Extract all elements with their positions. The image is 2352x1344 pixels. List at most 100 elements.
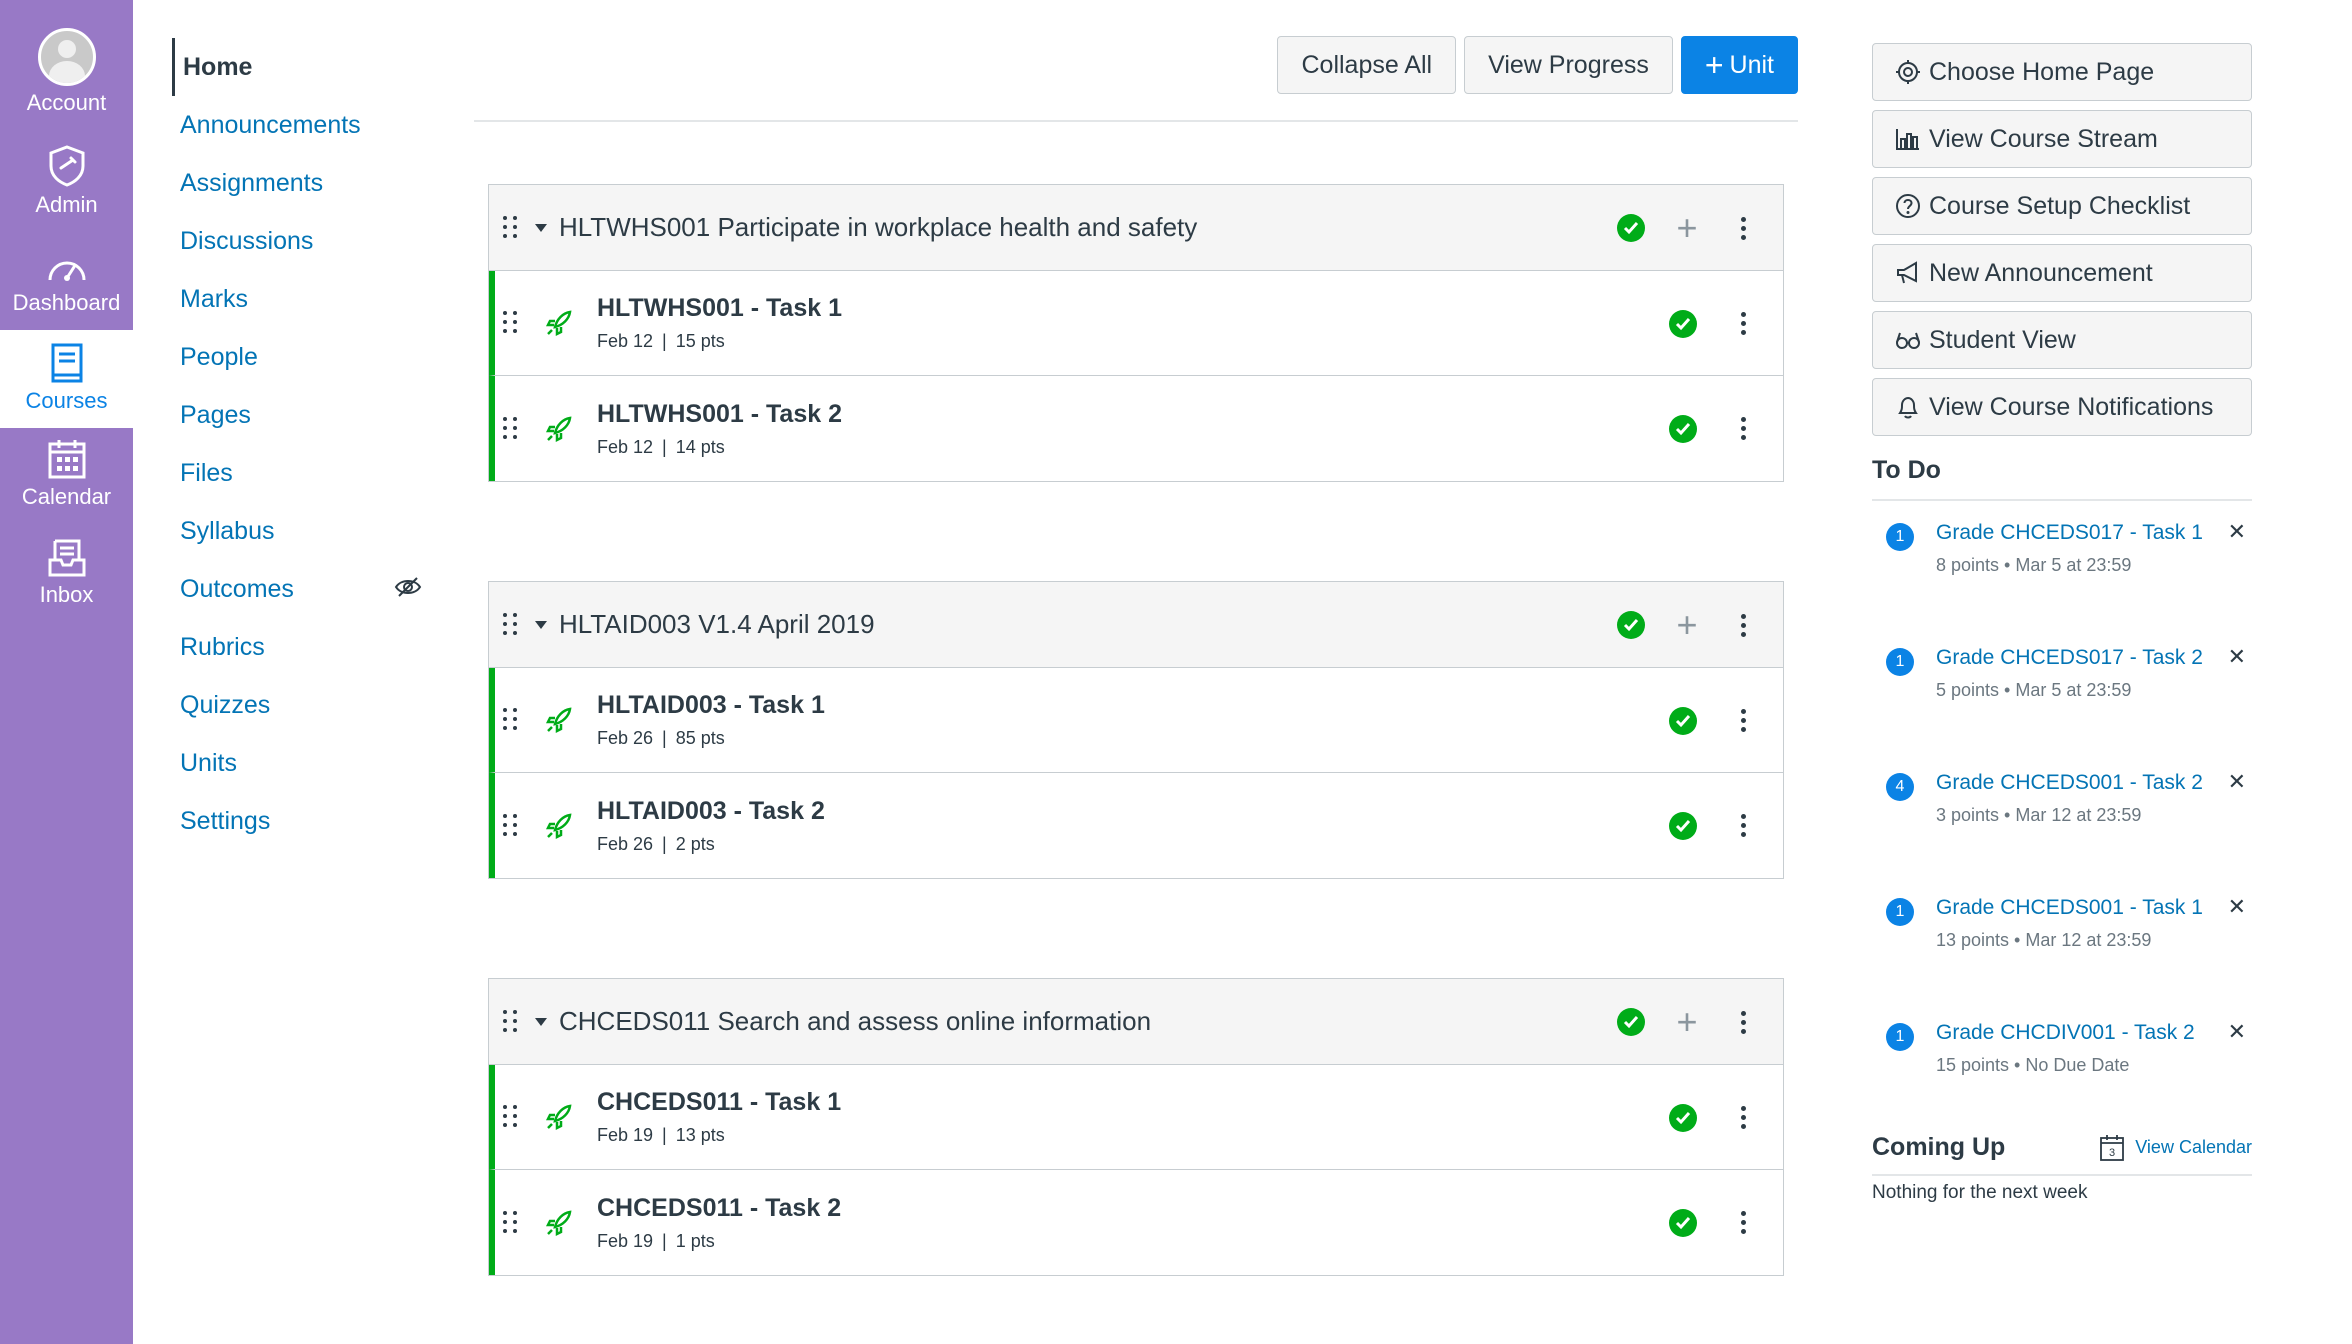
todo-link[interactable]: Grade CHCEDS017 - Task 2 [1936, 644, 2206, 672]
course-setup-checklist-button[interactable]: Course Setup Checklist [1872, 177, 2252, 235]
add-item-icon[interactable]: + [1673, 1004, 1701, 1040]
course-nav-syllabus[interactable]: Syllabus [172, 502, 422, 560]
module-header[interactable]: HLTAID003 V1.4 April 2019 + [489, 582, 1783, 668]
course-nav-discussions[interactable]: Discussions [172, 212, 422, 270]
drag-handle-icon[interactable] [503, 705, 525, 735]
collapse-caret-icon[interactable] [535, 223, 547, 232]
module-item[interactable]: HLTWHS001 - Task 2 Feb 12 | 14 pts [489, 376, 1783, 481]
published-check-icon[interactable] [1669, 309, 1697, 338]
course-nav-quizzes[interactable]: Quizzes [172, 676, 422, 734]
course-nav-home[interactable]: Home [172, 38, 422, 96]
course-nav-files[interactable]: Files [172, 444, 422, 502]
view-progress-button[interactable]: View Progress [1464, 36, 1673, 94]
todo-link[interactable]: Grade CHCEDS001 - Task 1 [1936, 894, 2206, 922]
question-icon [1896, 194, 1920, 218]
module-item-title[interactable]: HLTWHS001 - Task 2 [597, 400, 842, 429]
published-check-icon[interactable] [1617, 611, 1645, 639]
view-course-notifications-button[interactable]: View Course Notifications [1872, 378, 2252, 436]
add-item-icon[interactable]: + [1673, 210, 1701, 246]
course-nav-outcomes-label: Outcomes [180, 574, 294, 603]
student-view-button[interactable]: Student View [1872, 311, 2252, 369]
global-nav-inbox[interactable]: Inbox [0, 538, 133, 608]
dismiss-icon[interactable]: ✕ [2228, 519, 2246, 545]
calendar-day-number: 3 [2109, 1147, 2115, 1159]
drag-handle-icon[interactable] [503, 811, 525, 841]
drag-handle-icon[interactable] [503, 213, 525, 243]
dismiss-icon[interactable]: ✕ [2228, 894, 2246, 920]
course-nav-units[interactable]: Units [172, 734, 422, 792]
todo-link[interactable]: Grade CHCDIV001 - Task 2 [1936, 1019, 2206, 1047]
published-check-icon[interactable] [1669, 706, 1697, 735]
published-check-icon[interactable] [1669, 811, 1697, 840]
more-options-icon[interactable] [1729, 1211, 1757, 1234]
published-check-icon[interactable] [1617, 1008, 1645, 1036]
drag-handle-icon[interactable] [503, 1007, 525, 1037]
course-nav-assignments[interactable]: Assignments [172, 154, 422, 212]
module-item[interactable]: HLTWHS001 - Task 1 Feb 12 | 15 pts [489, 271, 1783, 376]
view-calendar-link[interactable]: 3 View Calendar [2099, 1134, 2252, 1162]
global-nav-courses[interactable]: Courses [0, 330, 133, 428]
drag-handle-icon[interactable] [503, 414, 525, 444]
add-unit-button[interactable]: + Unit [1680, 36, 1798, 94]
more-options-icon[interactable] [1729, 312, 1757, 335]
stream-icon [1896, 129, 1919, 150]
course-nav: Home Announcements Assignments Discussio… [172, 38, 422, 850]
more-options-icon[interactable] [1729, 417, 1757, 440]
todo-count-badge: 4 [1886, 773, 1914, 801]
module-item-title[interactable]: HLTAID003 - Task 1 [597, 691, 825, 720]
more-options-icon[interactable] [1729, 814, 1757, 837]
course-nav-pages[interactable]: Pages [172, 386, 422, 444]
todo-link[interactable]: Grade CHCEDS017 - Task 1 [1936, 519, 2206, 547]
global-nav-dashboard[interactable]: Dashboard [0, 252, 133, 316]
choose-home-page-button[interactable]: Choose Home Page [1872, 43, 2252, 101]
module-item[interactable]: HLTAID003 - Task 1 Feb 26 | 85 pts [489, 668, 1783, 773]
global-nav-admin[interactable]: Admin [0, 144, 133, 218]
more-options-icon[interactable] [1729, 1106, 1757, 1129]
course-nav-people[interactable]: People [172, 328, 422, 386]
drag-handle-icon[interactable] [503, 1102, 525, 1132]
drag-handle-icon[interactable] [503, 1208, 525, 1238]
published-check-icon[interactable] [1617, 214, 1645, 242]
published-check-icon[interactable] [1669, 1208, 1697, 1237]
more-options-icon[interactable] [1729, 216, 1757, 240]
global-nav-account[interactable]: Account [0, 28, 133, 116]
module-item-title[interactable]: HLTAID003 - Task 2 [597, 797, 825, 826]
dismiss-icon[interactable]: ✕ [2228, 769, 2246, 795]
view-course-notifications-label: View Course Notifications [1929, 392, 2214, 421]
module-item[interactable]: HLTAID003 - Task 2 Feb 26 | 2 pts [489, 773, 1783, 878]
dismiss-icon[interactable]: ✕ [2228, 644, 2246, 670]
collapse-caret-icon[interactable] [535, 620, 547, 629]
module-item-title[interactable]: HLTWHS001 - Task 1 [597, 294, 842, 323]
global-nav-calendar[interactable]: Calendar [0, 438, 133, 510]
module-item[interactable]: CHCEDS011 - Task 1 Feb 19 | 13 pts [489, 1065, 1783, 1170]
published-check-icon[interactable] [1669, 1103, 1697, 1132]
todo-heading: To Do [1872, 456, 2252, 501]
dismiss-icon[interactable]: ✕ [2228, 1019, 2246, 1045]
new-announcement-button[interactable]: New Announcement [1872, 244, 2252, 302]
course-nav-rubrics[interactable]: Rubrics [172, 618, 422, 676]
module-item-title[interactable]: CHCEDS011 - Task 1 [597, 1088, 841, 1117]
view-course-stream-button[interactable]: View Course Stream [1872, 110, 2252, 168]
module-item[interactable]: CHCEDS011 - Task 2 Feb 19 | 1 pts [489, 1170, 1783, 1275]
todo-link[interactable]: Grade CHCEDS001 - Task 2 [1936, 769, 2206, 797]
module-header[interactable]: CHCEDS011 Search and assess online infor… [489, 979, 1783, 1065]
book-icon [51, 343, 82, 383]
course-nav-marks[interactable]: Marks [172, 270, 422, 328]
more-options-icon[interactable] [1729, 1010, 1757, 1034]
collapse-all-button[interactable]: Collapse All [1277, 36, 1457, 94]
course-nav-settings[interactable]: Settings [172, 792, 422, 850]
drag-handle-icon[interactable] [503, 610, 525, 640]
global-nav-inbox-label: Inbox [39, 582, 94, 607]
more-options-icon[interactable] [1729, 613, 1757, 637]
published-check-icon[interactable] [1669, 414, 1697, 443]
module-item-title[interactable]: CHCEDS011 - Task 2 [597, 1194, 841, 1223]
course-nav-announcements[interactable]: Announcements [172, 96, 422, 154]
module-header[interactable]: HLTWHS001 Participate in workplace healt… [489, 185, 1783, 271]
course-nav-outcomes[interactable]: Outcomes [172, 560, 422, 618]
drag-handle-icon[interactable] [503, 308, 525, 338]
add-item-icon[interactable]: + [1673, 607, 1701, 643]
collapse-caret-icon[interactable] [535, 1017, 547, 1026]
new-announcement-label: New Announcement [1929, 258, 2153, 287]
more-options-icon[interactable] [1729, 709, 1757, 732]
calendar-icon: 3 [2100, 1134, 2125, 1161]
